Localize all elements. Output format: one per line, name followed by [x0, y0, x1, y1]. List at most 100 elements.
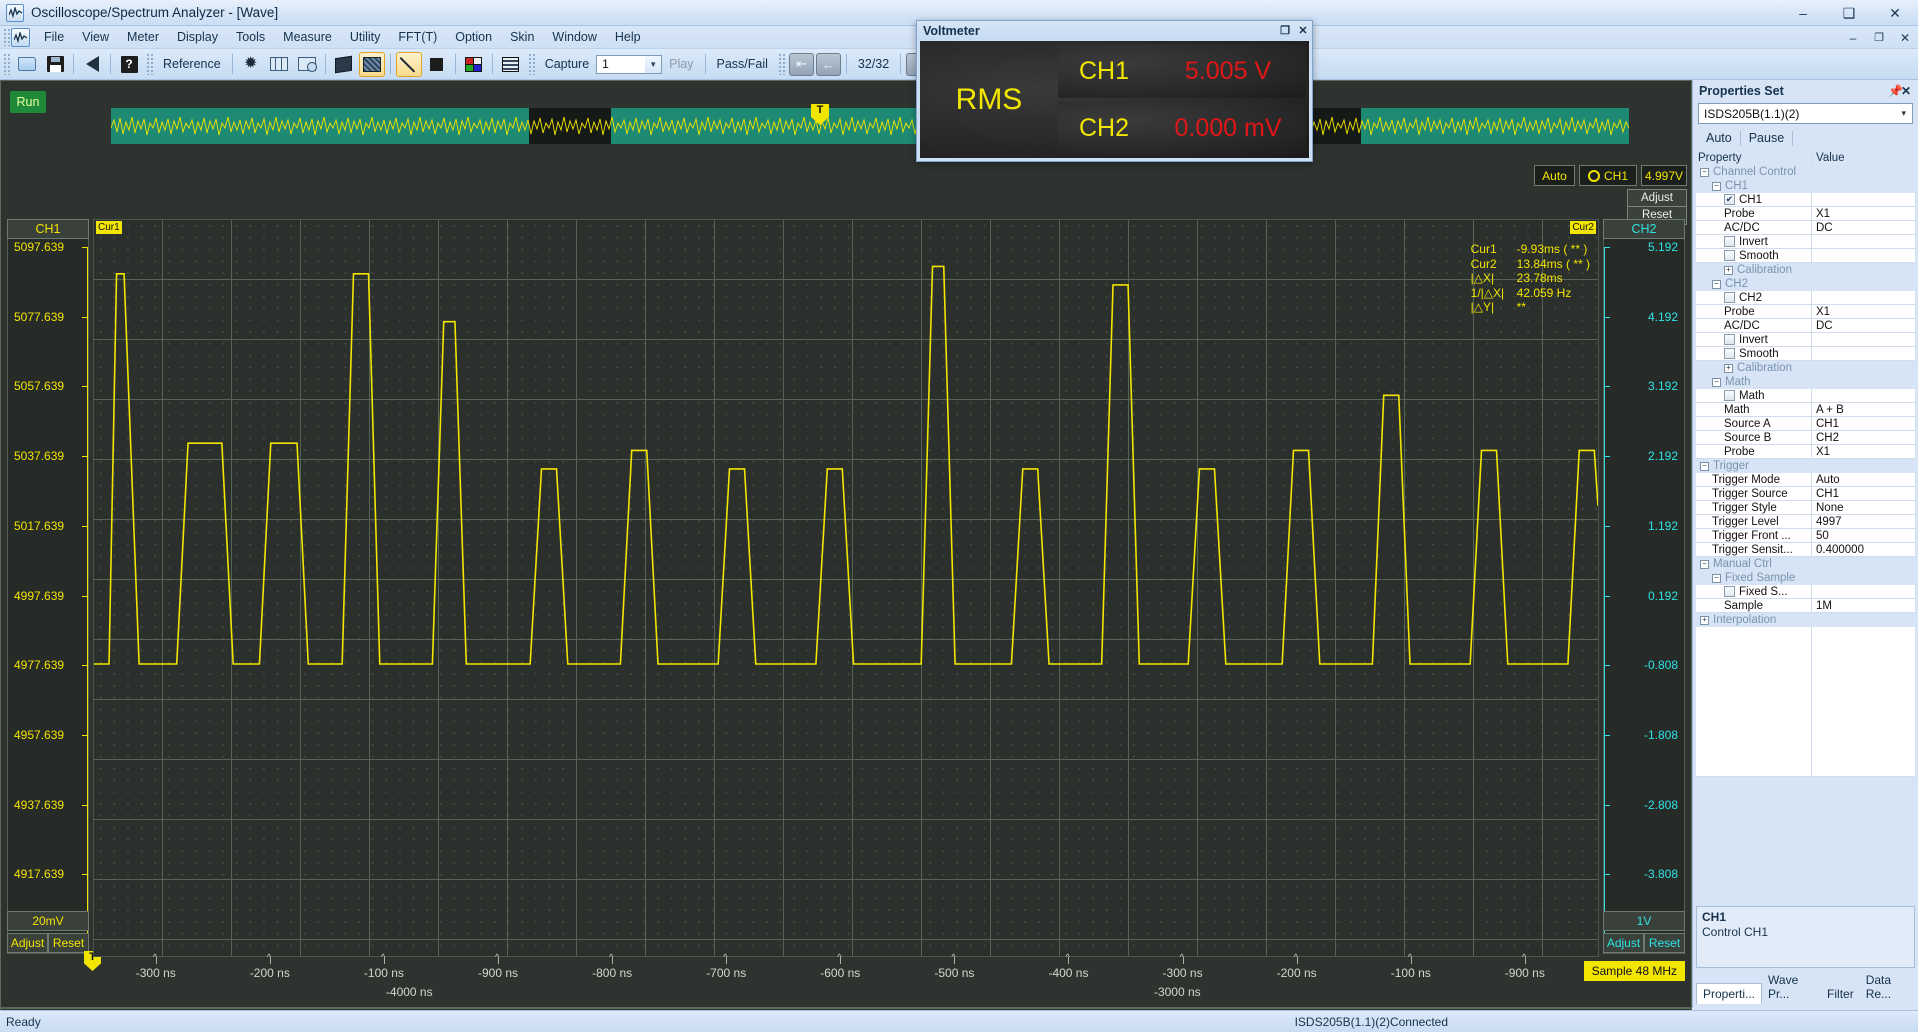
- property-value-cell[interactable]: X1: [1812, 305, 1915, 319]
- menu-grip-handle[interactable]: [3, 28, 10, 46]
- property-row-fixed-s[interactable]: Fixed S...: [1696, 585, 1915, 599]
- property-value-cell[interactable]: 50: [1812, 529, 1915, 543]
- property-row-math[interactable]: Math: [1696, 389, 1915, 403]
- menu-item-view[interactable]: View: [73, 27, 118, 48]
- ch1-reset-button[interactable]: Reset: [48, 933, 89, 953]
- voltmeter-window[interactable]: Voltmeter ❐ ✕ RMS CH1 5.005 V CH2 0.000 …: [916, 20, 1313, 162]
- property-row-trigger-style[interactable]: Trigger Style None: [1696, 501, 1915, 515]
- shade-icon[interactable]: [358, 51, 385, 77]
- sample-rate-badge[interactable]: Sample 48 MHz: [1583, 961, 1685, 981]
- property-value-cell[interactable]: Auto: [1812, 473, 1915, 487]
- property-row-channel-control[interactable]: − Channel Control: [1696, 165, 1915, 179]
- pin-icon[interactable]: 📌: [1882, 81, 1903, 101]
- menu-item-display[interactable]: Display: [168, 27, 227, 48]
- collapse-icon[interactable]: −: [1700, 461, 1709, 471]
- bottom-tab-data-record[interactable]: Data Re...: [1860, 970, 1918, 1004]
- play-button[interactable]: Play: [662, 57, 700, 71]
- property-value-cell[interactable]: None: [1812, 501, 1915, 515]
- collapse-icon[interactable]: −: [1712, 377, 1721, 387]
- property-row-invert[interactable]: Invert: [1696, 333, 1915, 347]
- ch1-scale-value[interactable]: 20mV: [7, 911, 89, 931]
- menu-item-file[interactable]: File: [35, 27, 73, 48]
- checkbox-ch1[interactable]: ✔: [1724, 194, 1735, 205]
- property-value-cell[interactable]: DC: [1812, 319, 1915, 333]
- property-value-cell[interactable]: CH1: [1812, 487, 1915, 501]
- checkbox-math[interactable]: [1724, 390, 1735, 401]
- property-row-source-a[interactable]: Source A CH1: [1696, 417, 1915, 431]
- menu-item-help[interactable]: Help: [606, 27, 650, 48]
- stack-icon[interactable]: [498, 52, 524, 77]
- quad-color-icon[interactable]: [461, 52, 487, 77]
- property-value-cell[interactable]: 4997: [1812, 515, 1915, 529]
- sheet-icon[interactable]: [331, 52, 357, 77]
- property-row-trigger-sensit[interactable]: Trigger Sensit... 0.400000: [1696, 543, 1915, 557]
- property-row-probe[interactable]: Probe X1: [1696, 305, 1915, 319]
- autoset-icon[interactable]: ✹: [238, 52, 264, 77]
- property-row-manual-ctrl[interactable]: − Manual Ctrl: [1696, 557, 1915, 571]
- property-row-invert[interactable]: Invert: [1696, 235, 1915, 249]
- tab-auto[interactable]: Auto: [1698, 131, 1740, 145]
- menu-item-utility[interactable]: Utility: [341, 27, 390, 48]
- ch2-reset-button[interactable]: Reset: [1644, 933, 1685, 953]
- grid-add-icon[interactable]: [294, 52, 320, 77]
- checkbox-smooth[interactable]: [1724, 348, 1735, 359]
- property-row-fixed-sample[interactable]: − Fixed Sample: [1696, 571, 1915, 585]
- tab-pause[interactable]: Pause: [1741, 131, 1792, 145]
- property-value-cell[interactable]: CH2: [1812, 431, 1915, 445]
- mdi-minimize-button[interactable]: –: [1840, 26, 1866, 49]
- property-row-math[interactable]: Math A + B: [1696, 403, 1915, 417]
- checkbox-smooth[interactable]: [1724, 250, 1735, 261]
- property-row-trigger-source[interactable]: Trigger Source CH1: [1696, 487, 1915, 501]
- expand-icon[interactable]: +: [1724, 265, 1733, 275]
- nav-prev-button[interactable]: ←: [815, 52, 841, 76]
- nav-first-button[interactable]: ⇤: [788, 52, 814, 76]
- y-axis-ch1-title[interactable]: CH1: [7, 219, 89, 239]
- chevron-down-icon[interactable]: ▼: [645, 55, 662, 73]
- property-value-cell[interactable]: X1: [1812, 445, 1915, 459]
- property-value-cell[interactable]: DC: [1812, 221, 1915, 235]
- toolbar-grip-2[interactable]: [146, 53, 153, 75]
- close-icon[interactable]: ✕: [1898, 84, 1914, 98]
- bottom-tab-properties[interactable]: Properti...: [1696, 983, 1763, 1004]
- expand-icon[interactable]: +: [1700, 615, 1709, 625]
- property-row-smooth[interactable]: Smooth: [1696, 249, 1915, 263]
- menu-item-fft[interactable]: FFT(T): [389, 27, 446, 48]
- trigger-adjust-button[interactable]: Adjust: [1628, 190, 1686, 207]
- property-row-ch2[interactable]: CH2: [1696, 291, 1915, 305]
- menu-item-option[interactable]: Option: [446, 27, 501, 48]
- chevron-down-icon[interactable]: ▾: [1901, 108, 1906, 119]
- menu-item-skin[interactable]: Skin: [501, 27, 543, 48]
- trigger-voltage-badge[interactable]: 4.997V: [1641, 165, 1687, 186]
- menu-item-meter[interactable]: Meter: [118, 27, 168, 48]
- property-row-trigger[interactable]: − Trigger: [1696, 459, 1915, 473]
- run-badge[interactable]: Run: [10, 91, 46, 113]
- device-select[interactable]: ISDS205B(1.1)(2) ▾: [1698, 103, 1913, 124]
- square-icon[interactable]: [424, 52, 450, 77]
- property-value-cell[interactable]: X1: [1812, 207, 1915, 221]
- ch2-adjust-button[interactable]: Adjust: [1603, 933, 1644, 953]
- waveform-plot[interactable]: Cur1 Cur2 Cur1 -9.93ms ( ** ) Cur2 13.84ms …: [93, 219, 1599, 957]
- trigger-channel-badge[interactable]: CH1: [1579, 165, 1637, 186]
- capture-input[interactable]: 1 ▼: [596, 54, 663, 74]
- columns-icon[interactable]: [266, 52, 292, 77]
- property-row-smooth[interactable]: Smooth: [1696, 347, 1915, 361]
- checkbox-invert[interactable]: [1724, 236, 1735, 247]
- property-value-cell[interactable]: A + B: [1812, 403, 1915, 417]
- toolbar-grip-3[interactable]: [527, 53, 535, 75]
- passfail-button[interactable]: Pass/Fail: [710, 57, 775, 71]
- property-row-probe[interactable]: Probe X1: [1696, 445, 1915, 459]
- checkbox-ch2[interactable]: [1724, 292, 1735, 303]
- menu-item-window[interactable]: Window: [543, 27, 605, 48]
- property-value-cell[interactable]: CH1: [1812, 417, 1915, 431]
- toolbar-grip-4[interactable]: [777, 53, 785, 75]
- property-row-calibration[interactable]: + Calibration: [1696, 361, 1915, 375]
- property-row-trigger-front[interactable]: Trigger Front ... 50: [1696, 529, 1915, 543]
- bottom-tab-wave-properties[interactable]: Wave Pr...: [1762, 970, 1821, 1004]
- menu-item-measure[interactable]: Measure: [274, 27, 341, 48]
- property-row-calibration[interactable]: + Calibration: [1696, 263, 1915, 277]
- ch1-adjust-button[interactable]: Adjust: [7, 933, 48, 953]
- property-row-sample[interactable]: Sample 1M: [1696, 599, 1915, 613]
- collapse-icon[interactable]: −: [1700, 559, 1709, 569]
- maximize-button[interactable]: ❑: [1826, 0, 1872, 26]
- line-icon[interactable]: [395, 51, 422, 77]
